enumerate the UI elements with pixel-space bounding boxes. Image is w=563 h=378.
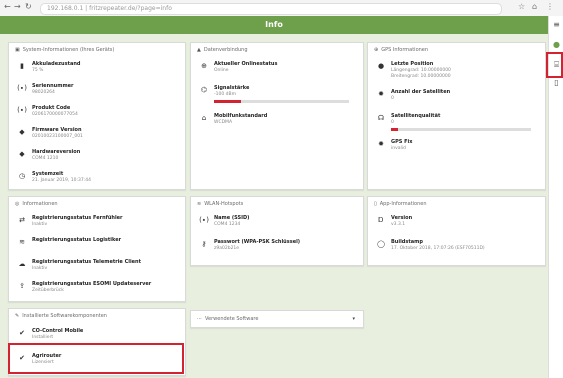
signal-icon: ⌬ <box>200 86 208 94</box>
wifi-icon: ≋ <box>19 238 25 246</box>
gps-row-position: ● Letzte Position Längengrad: 10.0000000… <box>377 61 451 79</box>
agrirouter-highlight <box>8 343 184 374</box>
key-icon: ⚷ <box>201 240 207 248</box>
wifi-icon: (∙) <box>199 216 209 224</box>
cell-icon: ⌂ <box>201 114 207 122</box>
registration-row-remote: ⇄ Registrierungsstatus Fernfühler Inakti… <box>9 213 185 231</box>
cloud-icon: ☁ <box>18 260 26 268</box>
signal-strength-fill <box>214 100 241 103</box>
home-icon[interactable]: ● <box>551 40 562 49</box>
pin-icon: ● <box>377 62 385 70</box>
system-row-battery: ▮ Akkuladezustand 75 % <box>9 59 185 77</box>
system-row-firmware: ◆ Firmware Version 02010023100007_001 <box>9 125 185 143</box>
link-icon: ⇄ <box>19 216 25 224</box>
page-title: Info <box>265 20 283 29</box>
gps-card-title: ⊕ GPS Informationen <box>374 47 429 53</box>
star-icon[interactable]: ☆ <box>518 2 525 11</box>
chevron-down-icon[interactable]: ▾ <box>352 316 355 322</box>
battery-icon: ▮ <box>20 62 24 70</box>
satellite-icon: ✹ <box>378 90 384 98</box>
wlan-row-ssid: (∙) Name (SSID) COM4 1234 <box>199 215 250 227</box>
registration-card: ◎ Informationen ⇄ Registrierungsstatus Fe… <box>8 196 186 302</box>
quality-icon: ☊ <box>377 114 385 122</box>
reload-icon[interactable]: ↻ <box>25 2 32 11</box>
tag-icon: ◆ <box>19 128 25 136</box>
barcode-icon: (∙) <box>17 106 27 114</box>
mobile-row-status: ⊕ Aktueller Onlinestatus Online <box>191 59 363 77</box>
app-card-title: ▯ App-Informationen <box>374 201 427 207</box>
app-info-card: ▯ App-Informationen Ɒ Version v3.3.1 ◯ Bu… <box>367 196 546 266</box>
system-card-title: ▣ System-Informationen (Ihres Geräts) <box>15 47 115 53</box>
app-row-buildstamp: ◯ Buildstamp 17. Oktober 2018, 17:07:26 … <box>377 239 485 251</box>
mobile-card-title: ▲ Datenverbindung <box>197 47 248 53</box>
registration-row-logistics: ≋ Registrierungsstatus Logistiker <box>9 235 185 253</box>
mobile-row-standard: ⌂ Mobilfunkstandard WCDMA <box>191 111 363 129</box>
gps-row-satellites: ✹ Anzahl der Satelliten 0 <box>368 87 545 105</box>
browser-menu-icon[interactable]: ⋮ <box>546 2 554 11</box>
browser-toolbar: ← → ↻ 192.168.0.1 | fritzrepeater.de/?pa… <box>0 0 563 17</box>
software-card-title: ✎ Installierte Softwarekomponenten <box>15 313 107 319</box>
signal-strength-bar <box>214 100 349 103</box>
forward-icon[interactable]: → <box>14 2 21 11</box>
used-software-dropdown[interactable]: ⋯ Verwendete Software ▾ <box>190 310 364 328</box>
build-icon: ◯ <box>377 240 385 248</box>
gps-row-fix: ✹ GPS Fix invalid <box>368 137 545 155</box>
address-bar[interactable]: 192.168.0.1 | fritzrepeater.de/?page=inf… <box>40 3 502 15</box>
check-icon: ✔ <box>19 329 25 337</box>
gps-card: ⊕ GPS Informationen ● Letzte Position Län… <box>367 42 546 190</box>
used-software-title: ⋯ Verwendete Software <box>197 316 259 322</box>
registration-card-title: ◎ Informationen <box>15 201 58 207</box>
back-icon[interactable]: ← <box>4 2 11 11</box>
system-row-time: ◷ Systemzeit 21. Januar 2019, 10:37:44 <box>18 171 91 183</box>
url-text: 192.168.0.1 | fritzrepeater.de/?page=inf… <box>47 5 172 12</box>
tag-icon: ◆ <box>19 150 25 158</box>
home-icon[interactable]: ⌂ <box>532 2 537 11</box>
rail-info-highlight <box>546 52 563 78</box>
registration-row-updateserver: ⇪ Registrierungsstatus ESOMI Updateserve… <box>9 279 185 297</box>
fix-icon: ✹ <box>378 140 384 148</box>
globe-icon: ⊕ <box>201 62 207 70</box>
mobile-row-signal: ⌬ Signalstärke -100 dBm <box>191 83 363 105</box>
serial-icon: (∙) <box>17 84 27 92</box>
info-icon: Ɒ <box>378 216 384 224</box>
registration-row-telemetry: ☁ Registrierungsstatus Telemetrie Client… <box>18 259 142 271</box>
app-bar: Info <box>0 16 548 34</box>
document-icon[interactable]: ▯ <box>551 78 562 87</box>
mobile-data-card: ▲ Datenverbindung ⊕ Aktueller Onlinestatu… <box>190 42 364 190</box>
system-row-hardware: ◆ Hardwareversion COM4 1210 <box>9 147 185 165</box>
clock-icon: ◷ <box>18 172 26 180</box>
gps-row-quality: ☊ Satellitenqualität 0 <box>368 111 545 133</box>
wlan-row-password: ⚷ Passwort (WPA-PSK Schlüssel) z9a02b21e <box>191 237 363 255</box>
satellite-quality-bar <box>391 128 531 131</box>
software-row-co-control: ✔ CO-Control Mobile Installiert <box>9 326 185 344</box>
app-row-version: Ɒ Version v3.3.1 <box>368 213 545 231</box>
system-row-serial: (∙) Seriennummer 98020264 <box>17 83 74 95</box>
hamburger-icon[interactable]: ≡ <box>551 20 562 29</box>
system-row-product: (∙) Produkt Code 0206170000077054 <box>17 105 78 117</box>
satellite-quality-fill <box>391 128 398 131</box>
wlan-card-title: ≋ WLAN-Hotspots <box>197 201 244 207</box>
system-info-card: ▣ System-Informationen (Ihres Geräts) ▮ A… <box>8 42 186 190</box>
upload-icon: ⇪ <box>19 282 25 290</box>
wlan-card: ≋ WLAN-Hotspots (∙) Name (SSID) COM4 1234… <box>190 196 364 266</box>
